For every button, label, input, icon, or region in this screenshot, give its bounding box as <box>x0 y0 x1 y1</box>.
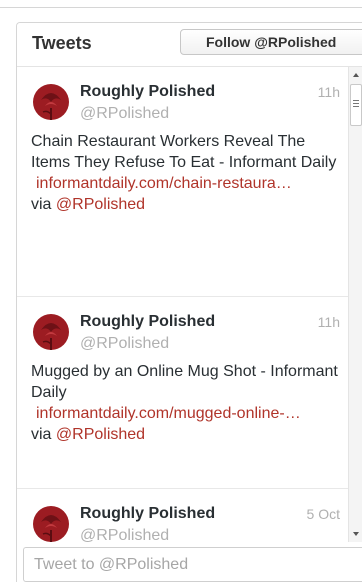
tweet-text: Mugged by an Online Mug Shot - Informant… <box>31 361 341 445</box>
tweet-item[interactable]: Roughly Polished @RPolished 11h Chain Re… <box>17 67 348 297</box>
author-name[interactable]: Roughly Polished <box>80 83 215 101</box>
arrow-up-icon[interactable] <box>353 73 359 77</box>
tweet-link[interactable]: informantdaily.com/chain-restaura… <box>36 173 292 194</box>
grip-line <box>353 103 359 104</box>
scrollbar-thumb[interactable] <box>350 84 362 126</box>
top-divider <box>0 0 362 8</box>
author-handle[interactable]: @RPolished <box>80 335 169 353</box>
avatar-rose-icon[interactable] <box>31 82 71 122</box>
avatar-rose-icon[interactable] <box>31 312 71 352</box>
widget-header: Tweets Follow @RPolished <box>17 23 362 67</box>
tweet-item[interactable]: Roughly Polished @RPolished 5 Oct <box>17 489 348 542</box>
via-label: via <box>31 426 52 443</box>
via-line: via @RPolished <box>31 194 341 215</box>
arrow-down-icon[interactable] <box>353 532 359 536</box>
tweet-text: Chain Restaurant Workers Reveal The Item… <box>31 131 341 215</box>
via-line: via @RPolished <box>31 424 341 445</box>
follow-button[interactable]: Follow @RPolished <box>180 29 362 55</box>
grip-line <box>353 100 359 101</box>
tweet-timeline[interactable]: Roughly Polished @RPolished 11h Chain Re… <box>17 67 348 542</box>
tweet-link[interactable]: informantdaily.com/mugged-online-… <box>36 403 301 424</box>
tweet-timestamp[interactable]: 11h <box>318 314 340 330</box>
author-name[interactable]: Roughly Polished <box>80 505 215 523</box>
tweet-compose-input[interactable] <box>23 547 362 582</box>
tweet-body: Mugged by an Online Mug Shot - Informant… <box>31 363 338 401</box>
grip-line <box>353 106 359 107</box>
tweet-item[interactable]: Roughly Polished @RPolished 11h Mugged b… <box>17 297 348 489</box>
author-name[interactable]: Roughly Polished <box>80 313 215 331</box>
author-handle[interactable]: @RPolished <box>80 527 169 542</box>
author-handle[interactable]: @RPolished <box>80 105 169 123</box>
via-label: via <box>31 196 52 213</box>
via-handle-link[interactable]: @RPolished <box>56 196 145 213</box>
timeline-scrollbar[interactable] <box>348 67 362 542</box>
tweet-body: Chain Restaurant Workers Reveal The Item… <box>31 133 337 171</box>
twitter-timeline-widget: Tweets Follow @RPolished Roughly Polishe… <box>16 22 362 582</box>
tweet-timestamp[interactable]: 5 Oct <box>307 506 340 522</box>
tweet-timestamp[interactable]: 11h <box>318 84 340 100</box>
avatar-rose-icon[interactable] <box>31 504 71 542</box>
via-handle-link[interactable]: @RPolished <box>56 426 145 443</box>
header-title: Tweets <box>32 33 92 53</box>
